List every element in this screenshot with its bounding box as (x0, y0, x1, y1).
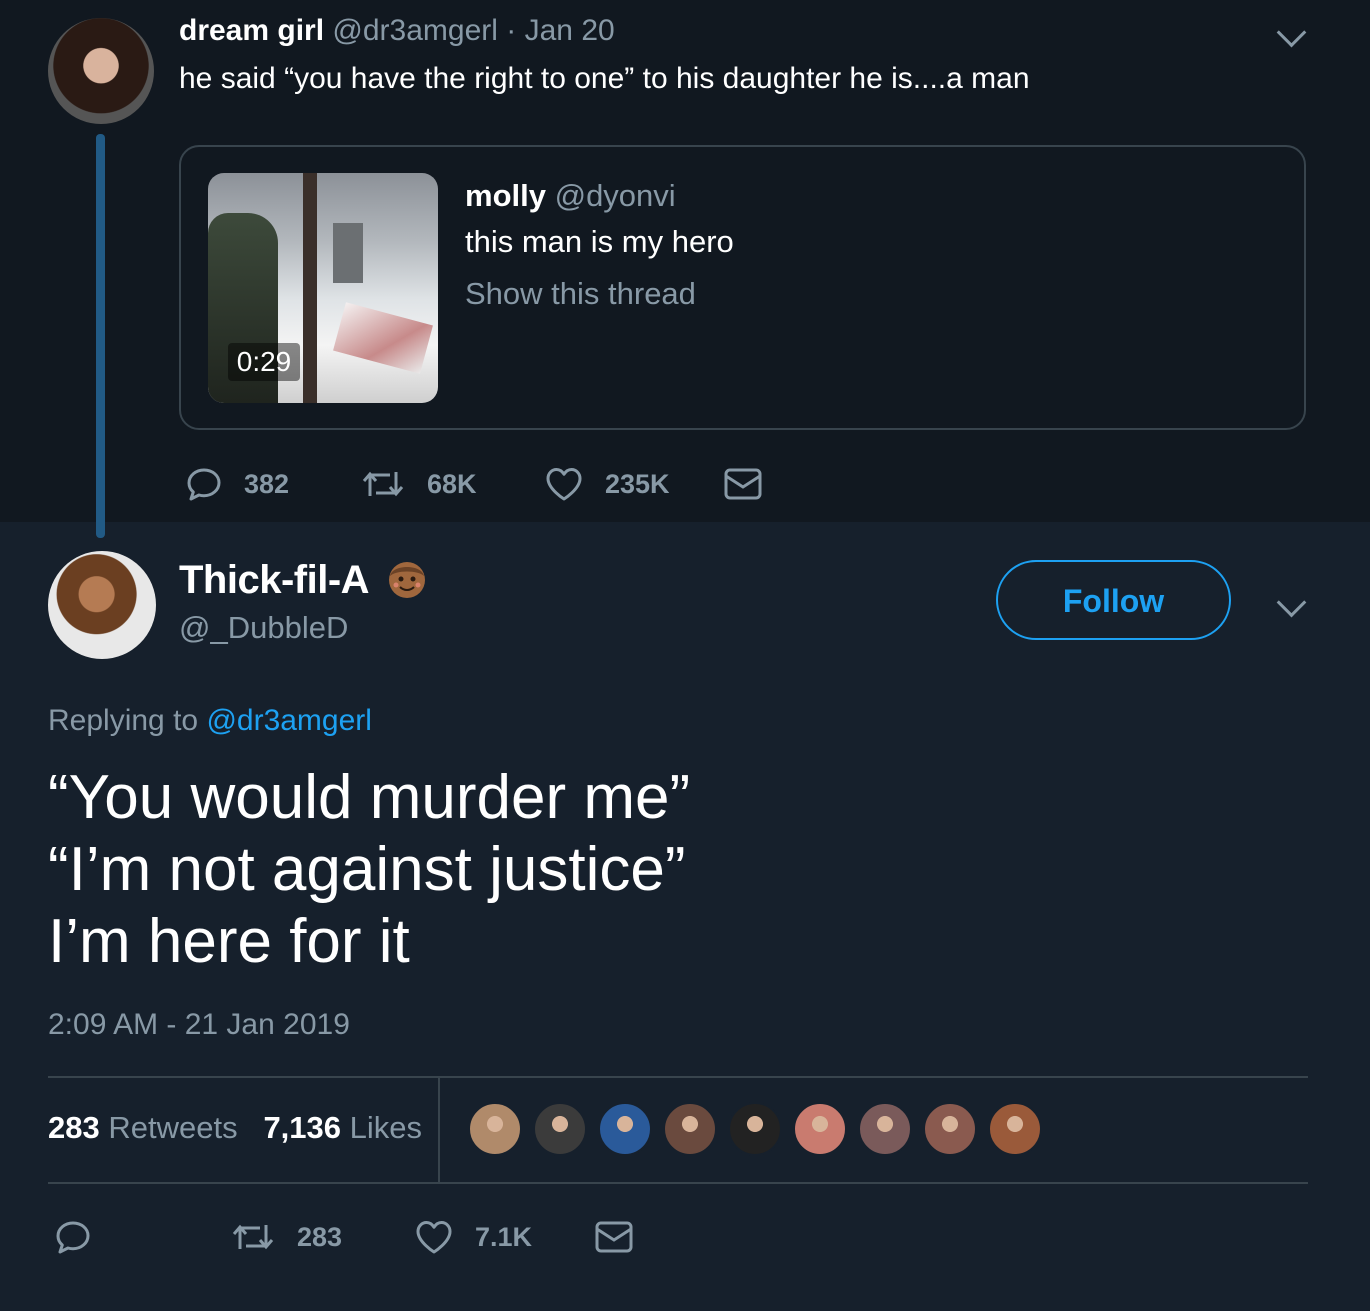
liker-avatar[interactable] (663, 1102, 717, 1156)
liker-avatar[interactable] (988, 1102, 1042, 1156)
engagement-stats: 283 Retweets 7,136 Likes (48, 1110, 422, 1146)
retweet-icon (362, 471, 404, 497)
avatar[interactable] (48, 551, 156, 659)
show-thread-link[interactable]: Show this thread (465, 276, 696, 312)
quoted-handle: @dyonvi (554, 178, 676, 213)
follow-button[interactable]: Follow (996, 560, 1231, 640)
direct-message-button[interactable] (595, 1220, 633, 1254)
tweet-line: “I’m not against justice” (48, 835, 686, 904)
envelope-icon (595, 1221, 633, 1253)
divider (438, 1078, 440, 1182)
emoji-face-icon (389, 562, 425, 598)
separator: · (506, 14, 517, 47)
retweet-count: 68K (427, 468, 477, 499)
liker-avatars (468, 1102, 1053, 1156)
tweet-line: “You would murder me” (48, 763, 691, 832)
liker-avatar[interactable] (468, 1102, 522, 1156)
liker-avatar[interactable] (728, 1102, 782, 1156)
like-button[interactable]: 7.1K (415, 1219, 532, 1255)
chevron-down-icon[interactable] (1276, 587, 1307, 618)
like-count: 235K (605, 468, 670, 499)
reply-button[interactable] (55, 1219, 91, 1255)
replying-to-line: Replying to @dr3amgerl (48, 704, 372, 738)
likes-stat[interactable]: 7,136 Likes (263, 1110, 422, 1145)
retweet-button[interactable]: 283 (231, 1219, 342, 1255)
avatar[interactable] (48, 18, 154, 124)
quoted-tweet-text: this man is my hero (465, 224, 734, 259)
tweet-date[interactable]: Jan 20 (525, 14, 615, 47)
liker-avatar[interactable] (858, 1102, 912, 1156)
liker-avatar[interactable] (598, 1102, 652, 1156)
tweet-text: he said “you have the right to one” to h… (179, 62, 1030, 95)
retweet-count: 283 (297, 1221, 343, 1252)
display-name[interactable]: dream girl (179, 14, 324, 47)
reply-button[interactable]: 382 (186, 466, 289, 502)
like-count: 7.1K (475, 1221, 533, 1252)
tweet-line: I’m here for it (48, 907, 410, 976)
display-name[interactable]: Thick-fil-A (179, 558, 370, 603)
video-scene-tree (303, 173, 317, 403)
liker-avatar[interactable] (793, 1102, 847, 1156)
thread-connector-line (96, 134, 105, 538)
heart-icon (416, 1221, 452, 1254)
reply-icon (56, 1221, 90, 1254)
video-scene-snow (333, 302, 433, 374)
quoted-tweet-header: molly @dyonvi (465, 178, 676, 214)
liker-avatar[interactable] (533, 1102, 587, 1156)
handle[interactable]: @dr3amgerl (332, 14, 498, 47)
direct-message-button[interactable] (724, 467, 762, 501)
reply-icon (187, 468, 221, 501)
envelope-icon (724, 468, 762, 500)
divider (48, 1076, 1308, 1078)
parent-tweet-header: dream girl @dr3amgerl · Jan 20 (179, 14, 615, 48)
like-button[interactable]: 235K (545, 466, 670, 502)
retweets-stat[interactable]: 283 Retweets (48, 1110, 238, 1145)
liker-avatar[interactable] (923, 1102, 977, 1156)
replying-mention-link[interactable]: @dr3amgerl (206, 704, 372, 737)
divider (48, 1182, 1308, 1184)
heart-icon (546, 468, 582, 501)
replying-prefix: Replying to (48, 704, 199, 737)
quoted-display-name: molly (465, 178, 546, 213)
reply-count: 382 (244, 468, 290, 499)
retweet-button[interactable]: 68K (361, 466, 477, 502)
tweet-timestamp[interactable]: 2:09 AM - 21 Jan 2019 (48, 1008, 350, 1042)
handle[interactable]: @_DubbleD (179, 610, 348, 646)
retweet-icon (232, 1224, 274, 1250)
tweet-text: “You would murder me” “I’m not against j… (48, 762, 690, 978)
video-duration-badge: 0:29 (228, 343, 300, 381)
video-scene-box (333, 223, 363, 283)
